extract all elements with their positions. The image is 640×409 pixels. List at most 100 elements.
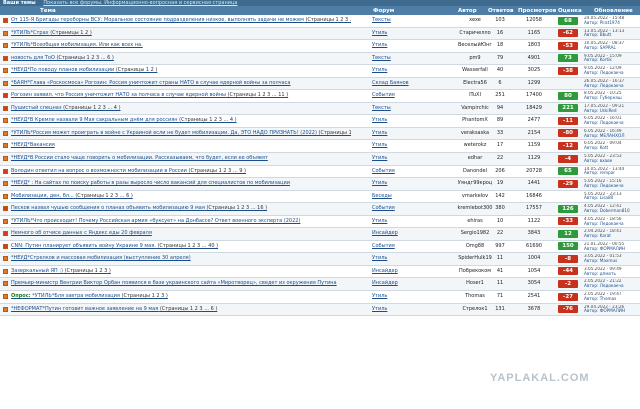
- topic-forum-link[interactable]: Утиль: [372, 117, 432, 123]
- topic-forum-link[interactable]: Инсайдер: [372, 268, 432, 274]
- topic-pages[interactable]: (Страницы 1 2 3 ... 4 ): [63, 105, 120, 111]
- topic-title-link[interactable]: *УТИЛЬ*Бля завтра мобилизация: [32, 293, 120, 299]
- table-row: Немного об отчисе данных с Яндекс еды 20…: [0, 228, 640, 241]
- topic-forum-link[interactable]: Беседы: [372, 193, 432, 199]
- topic-title-link[interactable]: *УТИЛЬ*Страх: [11, 30, 49, 36]
- topic-pages[interactable]: (Страницы 1 2 3 ): [65, 268, 111, 274]
- topic-last-update: 2.05.2022 - 19:47 Автор: Thomas: [584, 292, 640, 302]
- update-author[interactable]: Автор: вхаве: [584, 158, 612, 163]
- topic-title-link[interactable]: *УТИЛЬ*Россия может проиграть в войне с …: [11, 130, 317, 136]
- update-author[interactable]: Автор: Bbutt: [584, 32, 611, 37]
- topic-forum-link[interactable]: Тексты: [372, 55, 432, 61]
- update-author[interactable]: Автор: дпмоть: [584, 271, 616, 276]
- header-updated[interactable]: Обновление: [594, 7, 633, 15]
- topic-forum-link[interactable]: События: [372, 168, 432, 174]
- topic-pages[interactable]: (Страницы 1 2 ): [116, 67, 158, 73]
- topic-title-link[interactable]: *НЕУД*По поводу планов мобилизации: [11, 67, 114, 73]
- topic-forum-link[interactable]: Склад Баянов: [372, 80, 432, 86]
- topic-forum-link[interactable]: Утиль: [372, 130, 432, 136]
- topic-title-link[interactable]: Немного об отчисе данных с Яндекс еды 20…: [11, 230, 152, 236]
- topic-title-cell: От 115-Я Бригады тероборны ВСУ: Морально…: [11, 17, 351, 23]
- update-author[interactable]: Автор: Pirat1974: [584, 20, 620, 25]
- topic-title-link[interactable]: От 115-Я Бригады тероборны ВСУ: Морально…: [11, 17, 304, 23]
- topic-forum-link[interactable]: Утиль: [372, 293, 432, 299]
- topic-forum-link[interactable]: Утиль: [372, 255, 432, 261]
- topic-forum-link[interactable]: Утиль: [372, 306, 432, 312]
- topic-title-link[interactable]: Пушистый спецназ: [11, 105, 61, 111]
- update-author[interactable]: Автор: rempar: [584, 170, 615, 175]
- header-score[interactable]: Оценка: [558, 7, 582, 15]
- topic-forum-link[interactable]: Тексты: [372, 105, 432, 111]
- header-replies[interactable]: Ответов: [488, 7, 514, 15]
- topic-forum-link[interactable]: Инсайдер: [372, 230, 432, 236]
- topic-forum-link[interactable]: Утиль: [372, 218, 432, 224]
- update-author[interactable]: Автор: ФОРМАЛИН: [584, 308, 625, 313]
- topic-title-link[interactable]: Песков назвал чушью сообщения о планах о…: [11, 205, 205, 211]
- update-author[interactable]: Автор: МЕЛАНХОЛ: [584, 133, 624, 138]
- topic-forum-link[interactable]: Утиль: [372, 42, 432, 48]
- topic-title-link[interactable]: *НЕФОРМАТ*Путин готовит важное заявление…: [11, 306, 158, 312]
- topic-title-link[interactable]: *НЕУД* : На сайтах по поиску работы в ра…: [11, 180, 290, 186]
- topic-title-link[interactable]: CNN: Путин планирует объявить войну Укра…: [11, 243, 156, 249]
- topic-title-link[interactable]: *НЕУД*В Кремле назвали 9 Мая сакральным …: [11, 117, 178, 123]
- update-author[interactable]: Автор: Thomas: [584, 296, 616, 301]
- topic-pages[interactable]: (Страницы 1 2 3 ... 16 ): [206, 205, 267, 211]
- update-author[interactable]: Автор: SAPRAL: [584, 45, 616, 50]
- topic-pages[interactable]: (Страницы 1 2 3 ... 6 ): [56, 55, 113, 61]
- update-author[interactable]: Автор: Ледокакча: [584, 70, 624, 75]
- topic-title-link[interactable]: *БАЯН*Глава «Роскосмоса» Рогозин: Россия…: [11, 80, 291, 86]
- topic-last-update: 21.01.2022 - 00:55 Автор: ФОРМАЛИН: [584, 242, 640, 252]
- topic-forum-link[interactable]: Утиль: [372, 67, 432, 73]
- topic-title-link[interactable]: *НЕУД*Вакансия: [11, 142, 55, 148]
- update-author[interactable]: Автор: Ледокакча: [584, 221, 624, 226]
- update-author[interactable]: Автор: Ледокакча: [584, 120, 624, 125]
- header-forum[interactable]: Форум: [373, 7, 394, 15]
- topic-title-link[interactable]: *УТИЛЬ*Всеобщая мобилизация. Или как все…: [11, 42, 143, 48]
- update-author[interactable]: Автор: Maxmus: [584, 258, 617, 263]
- update-author[interactable]: Автор: Губернаш: [584, 95, 622, 100]
- topic-title-link[interactable]: Зазеркальный ЯП :): [11, 268, 63, 274]
- topic-title-link[interactable]: Рогозин заявил, что Россия уничтожит НАТ…: [11, 92, 226, 98]
- topic-title-link[interactable]: Премьер-министр Венгрии Виктор Орбан поя…: [11, 280, 337, 286]
- topic-forum-link[interactable]: События: [372, 205, 432, 211]
- topic-title-link[interactable]: *НЕУД*В России стало чаще говорить о моб…: [11, 155, 268, 161]
- update-author[interactable]: Автор: Ледокакча: [584, 183, 624, 188]
- topic-pages[interactable]: (Страницы 1 2 3 ... 40 ): [157, 243, 218, 249]
- header-views[interactable]: Просмотров: [518, 7, 556, 15]
- topic-pages[interactable]: (Страницы 1 2 3 ): [122, 293, 168, 299]
- update-author[interactable]: Автор: Ледокакча: [584, 83, 624, 88]
- update-author[interactable]: Автор: Lisa80: [584, 195, 613, 201]
- topic-title-link[interactable]: новость для ТоО: [11, 55, 55, 61]
- update-author[interactable]: Автор: Karat: [584, 233, 611, 238]
- topic-title-link[interactable]: *УТИЛЬ*Что происходит! Почему Российская…: [11, 218, 300, 224]
- header-author[interactable]: Автор: [458, 7, 477, 15]
- topic-forum-link[interactable]: Утиль: [372, 30, 432, 36]
- topic-forum-link[interactable]: Утиль: [372, 180, 432, 186]
- topic-title-link[interactable]: Мобилизация, ден, бл...: [11, 193, 74, 199]
- topic-pages[interactable]: (Страницы 1 2 3 ... 6 ): [75, 193, 132, 199]
- topic-views: 3025: [527, 67, 541, 74]
- topic-pages[interactable]: (Страницы 1 2 3 ... 9 ): [189, 168, 246, 174]
- topic-title-link[interactable]: *НЕУД*Стрелков и массовая мобилизация (в…: [11, 255, 191, 261]
- topic-pages[interactable]: (Страницы 1 2 3 ... 6 ): [305, 17, 351, 23]
- update-author[interactable]: Автор: Doberman810: [584, 208, 630, 213]
- topic-forum-link[interactable]: События: [372, 92, 432, 98]
- update-author[interactable]: Автор: Kott: [584, 145, 608, 150]
- topic-forum-link[interactable]: Тексты: [372, 17, 432, 23]
- topic-score-badge: -80: [558, 129, 578, 138]
- update-author[interactable]: Автор: ФОРМАЛИН: [584, 246, 625, 251]
- topic-forum-link[interactable]: Утиль: [372, 155, 432, 161]
- update-author[interactable]: Автор: Ледокакча: [584, 283, 624, 288]
- topic-forum-link[interactable]: Инсайдер: [372, 280, 432, 286]
- topic-pages[interactable]: (Страницы 1 2 3 ... 6 ): [160, 306, 217, 312]
- update-author[interactable]: Автор: UskiRed: [584, 108, 617, 113]
- topic-pages[interactable]: (Страницы 1 2 3 ... 4 ): [179, 117, 236, 123]
- topic-forum-link[interactable]: События: [372, 243, 432, 249]
- topic-pages[interactable]: (Страницы 1 2 ): [50, 30, 92, 36]
- update-author[interactable]: Автор: Kortik: [584, 57, 612, 63]
- topic-pages[interactable]: (Страницы 1 2 3 ... 11 ): [228, 92, 289, 98]
- topic-pages[interactable]: (Страницы 1 2 ): [319, 130, 351, 136]
- topic-forum-link[interactable]: Утиль: [372, 142, 432, 148]
- topic-title-link[interactable]: Володин ответил на вопрос о возможности …: [11, 168, 187, 174]
- header-topic[interactable]: Тема: [40, 7, 56, 15]
